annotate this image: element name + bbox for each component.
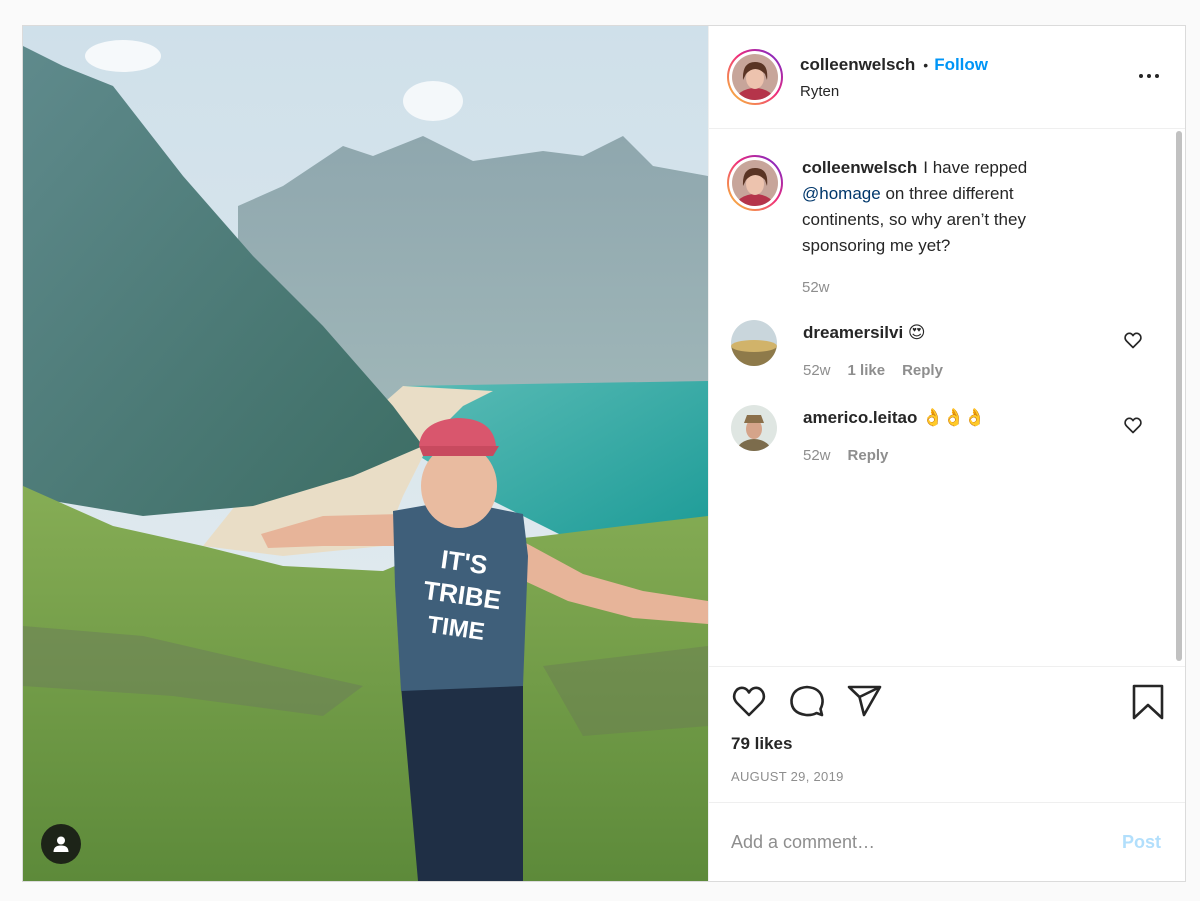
landscape-photo: IT'S TRIBE TIME (23, 26, 708, 881)
comments-scrollbar[interactable] (1175, 129, 1183, 665)
comment-icon[interactable] (788, 682, 826, 720)
header-separator: • (923, 56, 929, 73)
caption-username[interactable]: colleenwelsch (802, 158, 917, 177)
author-avatar[interactable] (727, 49, 783, 105)
comment-like-icon[interactable] (1123, 330, 1143, 350)
reply-button[interactable]: Reply (848, 447, 889, 464)
post-card: IT'S TRIBE TIME colleenwelsch • Follow R… (22, 25, 1186, 882)
follow-button[interactable]: Follow (934, 55, 988, 75)
post-comment-button[interactable]: Post (1122, 832, 1161, 853)
comments-list[interactable]: colleenwelsch I have repped @homage on th… (709, 129, 1185, 666)
reply-button[interactable]: Reply (902, 362, 943, 379)
caption-avatar-image (732, 160, 778, 206)
tag-user-icon (53, 836, 69, 852)
caption-text: colleenwelsch I have repped @homage on th… (802, 155, 1092, 259)
caption-avatar[interactable] (727, 155, 783, 211)
comment-item: americo.leitao 👌👌👌 52w Reply (727, 405, 1167, 464)
post-sidebar: colleenwelsch • Follow Ryten colleenwels… (708, 26, 1185, 881)
comment-avatar-image (731, 405, 777, 451)
comment-age[interactable]: 52w (803, 447, 831, 464)
caption-mention[interactable]: @homage (802, 184, 881, 203)
post-date[interactable]: AUGUST 29, 2019 (731, 769, 844, 784)
comment-username[interactable]: americo.leitao (803, 408, 917, 427)
scrollbar-thumb[interactable] (1176, 131, 1182, 661)
comment-like-icon[interactable] (1123, 415, 1143, 435)
comment-avatar[interactable] (731, 405, 777, 451)
author-username[interactable]: colleenwelsch (800, 55, 915, 75)
post-actions: 79 likes AUGUST 29, 2019 (709, 666, 1185, 802)
caption-age[interactable]: 52w (802, 279, 830, 296)
tag-user-button[interactable] (41, 824, 81, 864)
add-comment-bar: Post (709, 802, 1185, 881)
author-avatar-image (732, 54, 778, 100)
more-options-icon[interactable] (1137, 64, 1161, 88)
comment-age[interactable]: 52w (803, 362, 831, 379)
comment-text: 😍 (907, 323, 926, 342)
post-location[interactable]: Ryten (800, 83, 988, 100)
comment-input[interactable] (731, 831, 1122, 853)
likes-count[interactable]: 79 likes (731, 734, 792, 754)
comment-avatar-image (731, 320, 777, 366)
post-header: colleenwelsch • Follow Ryten (709, 26, 1185, 129)
share-icon[interactable] (846, 682, 884, 720)
bookmark-icon[interactable] (1131, 684, 1165, 720)
heart-icon[interactable] (730, 682, 768, 720)
post-photo[interactable]: IT'S TRIBE TIME (23, 26, 708, 881)
caption-text-before: I have repped (923, 158, 1028, 177)
comment-username[interactable]: dreamersilvi (803, 323, 903, 342)
comment-avatar[interactable] (731, 320, 777, 366)
comment-item: dreamersilvi 😍 52w 1 like Reply (727, 320, 1167, 379)
comment-text: 👌👌👌 (922, 408, 986, 427)
caption: colleenwelsch I have repped @homage on th… (727, 155, 1167, 296)
shirt-line-1: IT'S (439, 544, 489, 580)
comment-likes[interactable]: 1 like (848, 362, 886, 379)
